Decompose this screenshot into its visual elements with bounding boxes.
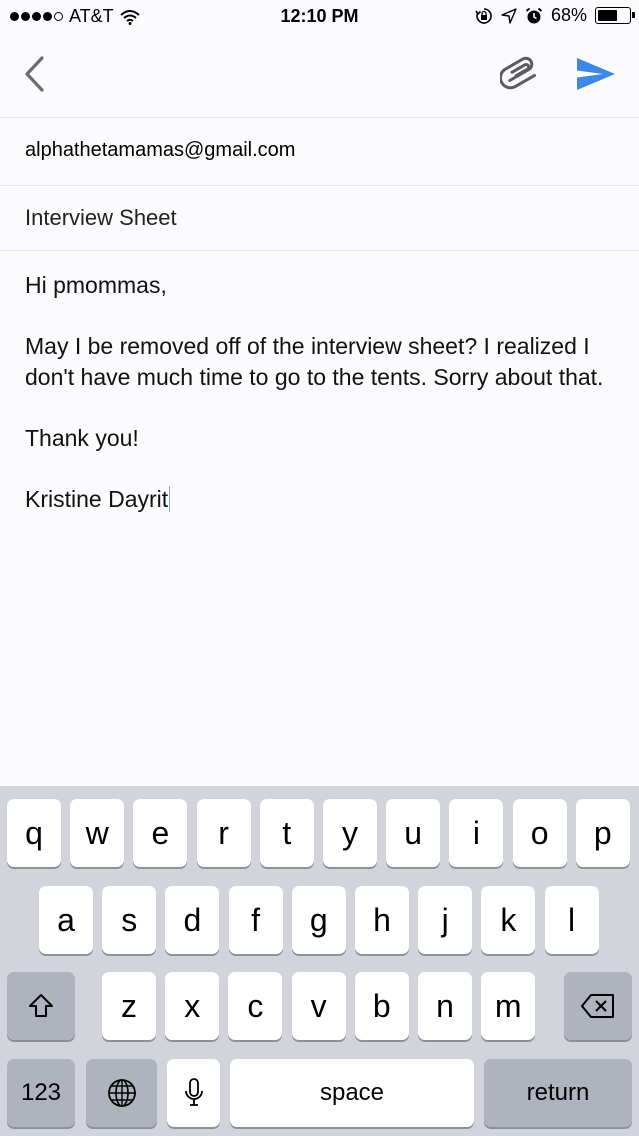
key-label: w <box>85 814 109 851</box>
return-key[interactable]: return <box>484 1059 632 1127</box>
subject-text: Interview Sheet <box>25 205 177 230</box>
key-x[interactable]: x <box>165 972 220 1040</box>
key-label: t <box>282 814 292 851</box>
send-icon[interactable] <box>574 54 618 94</box>
key-label: o <box>530 814 549 851</box>
return-key-label: return <box>526 1079 590 1106</box>
status-bar: AT&T 12:10 PM 68% <box>0 0 639 34</box>
key-label: g <box>309 901 328 938</box>
shift-key[interactable] <box>7 972 75 1040</box>
key-label: p <box>593 814 612 851</box>
key-label: z <box>121 987 137 1024</box>
key-label: n <box>436 987 454 1024</box>
key-r[interactable]: r <box>196 799 251 867</box>
key-label: q <box>25 814 43 851</box>
subject-field[interactable]: Interview Sheet <box>0 185 639 251</box>
to-field[interactable]: alphathetamamas@gmail.com <box>0 117 639 183</box>
key-label: v <box>310 987 327 1024</box>
key-c[interactable]: c <box>228 972 283 1040</box>
key-e[interactable]: e <box>133 799 188 867</box>
microphone-icon <box>184 1078 203 1106</box>
key-label: u <box>404 814 423 851</box>
key-label: b <box>372 987 391 1024</box>
key-label: e <box>151 814 170 851</box>
key-s[interactable]: s <box>102 886 157 954</box>
key-label: y <box>342 814 358 851</box>
key-y[interactable]: y <box>323 799 377 867</box>
globe-key[interactable] <box>86 1059 157 1127</box>
key-h[interactable]: h <box>355 886 409 954</box>
compose-toolbar <box>0 34 639 116</box>
key-v[interactable]: v <box>291 972 346 1040</box>
key-p[interactable]: p <box>575 799 630 867</box>
globe-icon <box>107 1079 136 1107</box>
space-key[interactable]: space <box>230 1059 474 1127</box>
key-l[interactable]: l <box>544 886 599 954</box>
key-label: s <box>121 901 138 938</box>
key-t[interactable]: t <box>259 799 314 867</box>
key-j[interactable]: j <box>418 886 473 954</box>
key-f[interactable]: f <box>228 886 283 954</box>
key-k[interactable]: k <box>481 886 536 954</box>
keyboard: q w e r t y u i o p a s d f g h j k l z x c v b n m 123 space r… <box>0 786 639 1136</box>
key-i[interactable]: i <box>449 799 504 867</box>
body-paragraph: May I be removed off of the interview sh… <box>25 333 604 390</box>
message-body[interactable]: Hi pmommas, May I be removed off of the … <box>25 270 615 545</box>
text-cursor <box>169 486 171 512</box>
key-b[interactable]: b <box>354 972 409 1040</box>
key-label: f <box>251 901 261 938</box>
microphone-key[interactable] <box>167 1059 220 1127</box>
numbers-key[interactable]: 123 <box>7 1059 75 1127</box>
backspace-icon <box>581 994 614 1018</box>
shift-icon <box>29 994 53 1017</box>
key-d[interactable]: d <box>165 886 220 954</box>
paperclip-icon[interactable] <box>500 56 542 92</box>
space-key-label: space <box>319 1079 385 1106</box>
key-u[interactable]: u <box>386 799 441 867</box>
key-a[interactable]: a <box>39 886 93 954</box>
key-w[interactable]: w <box>70 799 125 867</box>
key-label: j <box>441 901 449 938</box>
key-g[interactable]: g <box>291 886 346 954</box>
to-address: alphathetamamas@gmail.com <box>25 139 296 161</box>
key-o[interactable]: o <box>512 799 567 867</box>
key-z[interactable]: z <box>102 972 156 1040</box>
location-icon <box>501 7 517 24</box>
key-label: a <box>57 901 75 938</box>
body-signature: Kristine Dayrit <box>25 486 169 512</box>
key-label: m <box>494 987 522 1024</box>
key-label: r <box>218 814 229 851</box>
key-label: i <box>472 814 480 851</box>
body-greeting: Hi pmommas, <box>25 272 167 298</box>
numbers-key-label: 123 <box>20 1079 62 1106</box>
battery-level-fill <box>598 10 617 21</box>
back-chevron-icon[interactable] <box>18 54 52 94</box>
battery-icon <box>595 7 635 24</box>
alarm-icon <box>525 7 543 23</box>
body-signature-line: Kristine Dayrit <box>25 484 615 515</box>
key-label: d <box>183 901 202 938</box>
orientation-lock-icon <box>475 7 492 24</box>
battery-percent: 68% <box>550 5 587 25</box>
backspace-key[interactable] <box>564 972 632 1040</box>
status-right: 68% <box>475 5 635 26</box>
key-q[interactable]: q <box>7 799 61 867</box>
key-label: x <box>184 987 201 1024</box>
key-n[interactable]: n <box>418 972 472 1040</box>
body-closing: Thank you! <box>25 425 139 451</box>
key-m[interactable]: m <box>481 972 536 1040</box>
key-label: k <box>500 901 517 938</box>
key-label: c <box>247 987 264 1024</box>
key-label: l <box>568 901 576 938</box>
key-label: h <box>373 901 391 938</box>
